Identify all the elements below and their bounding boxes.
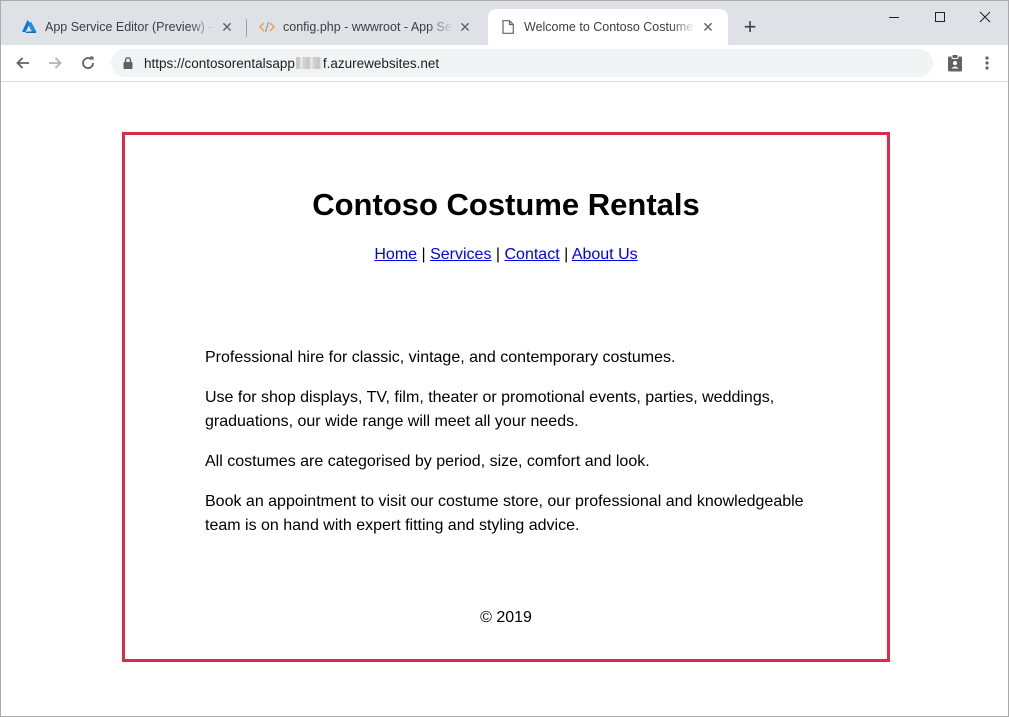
arrow-right-icon bbox=[49, 57, 62, 69]
maximize-button[interactable] bbox=[917, 1, 963, 33]
copyright-footer: © 2019 bbox=[480, 609, 532, 626]
categories-paragraph: All costumes are categorised by period, … bbox=[205, 453, 650, 470]
address-bar[interactable]: https://contosorentalsapp f.azurewebsites… bbox=[111, 49, 933, 77]
tab-config-php[interactable]: config.php - wwwroot - App Servi ✕ bbox=[247, 9, 485, 45]
browser-window: App Service Editor (Preview) - Mo ✕ conf… bbox=[0, 0, 1009, 717]
uses-paragraph: Use for shop displays, TV, film, theater… bbox=[205, 389, 775, 430]
maximize-icon bbox=[935, 12, 945, 22]
clipboard-profile-icon bbox=[948, 54, 962, 72]
tab-strip: App Service Editor (Preview) - Mo ✕ conf… bbox=[1, 1, 1008, 45]
forward-button[interactable] bbox=[43, 51, 67, 75]
page-title: Contoso Costume Rentals bbox=[312, 187, 700, 222]
back-button[interactable] bbox=[11, 51, 35, 75]
nav-link-home[interactable]: Home bbox=[374, 246, 417, 263]
menu-button[interactable] bbox=[977, 53, 997, 73]
close-icon bbox=[979, 11, 991, 23]
tab-title: config.php - wwwroot - App Servi bbox=[283, 20, 453, 34]
page-viewport: Contoso Costume Rentals Home | Services … bbox=[1, 82, 1008, 716]
nav-link-services[interactable]: Services bbox=[430, 246, 491, 263]
browser-toolbar: https://contosorentalsapp f.azurewebsites… bbox=[1, 45, 1008, 82]
url-text: https://contosorentalsapp f.azurewebsites… bbox=[144, 56, 439, 71]
site-nav: Home | Services | Contact | About Us bbox=[125, 246, 887, 264]
tab-app-service-editor[interactable]: App Service Editor (Preview) - Mo ✕ bbox=[9, 9, 247, 45]
intro-paragraph: Professional hire for classic, vintage, … bbox=[205, 349, 676, 366]
close-icon[interactable]: ✕ bbox=[219, 19, 235, 35]
close-icon[interactable]: ✕ bbox=[700, 19, 716, 35]
lock-icon bbox=[123, 57, 133, 69]
extension-button[interactable] bbox=[945, 53, 965, 73]
reload-button[interactable] bbox=[76, 51, 100, 75]
close-window-button[interactable] bbox=[962, 1, 1008, 33]
tab-contoso-welcome[interactable]: Welcome to Contoso Costume Re ✕ bbox=[488, 9, 728, 45]
nav-separator: | bbox=[559, 246, 572, 263]
azure-logo-icon bbox=[21, 19, 37, 35]
page-icon bbox=[500, 19, 516, 35]
nav-link-contact[interactable]: Contact bbox=[505, 246, 560, 263]
reload-icon bbox=[82, 56, 94, 69]
tab-title: App Service Editor (Preview) - Mo bbox=[45, 20, 215, 34]
more-vert-icon bbox=[985, 56, 989, 70]
close-icon[interactable]: ✕ bbox=[457, 19, 473, 35]
code-file-icon bbox=[259, 19, 275, 35]
tab-title: Welcome to Contoso Costume Re bbox=[524, 20, 696, 34]
url-prefix: https://contosorentalsapp bbox=[144, 56, 295, 71]
new-tab-button[interactable]: + bbox=[739, 16, 761, 38]
redacted-text bbox=[295, 57, 322, 69]
minimize-icon bbox=[889, 17, 899, 18]
highlight-box: Contoso Costume Rentals Home | Services … bbox=[122, 132, 890, 662]
arrow-left-icon bbox=[16, 57, 29, 69]
appointment-paragraph: Book an appointment to visit our costume… bbox=[205, 493, 804, 534]
minimize-button[interactable] bbox=[871, 1, 917, 33]
main-content: Professional hire for classic, vintage, … bbox=[205, 346, 815, 554]
nav-link-about-us[interactable]: About Us bbox=[572, 246, 638, 263]
url-suffix: f.azurewebsites.net bbox=[322, 56, 440, 71]
nav-separator: | bbox=[491, 246, 505, 263]
nav-separator: | bbox=[417, 246, 431, 263]
